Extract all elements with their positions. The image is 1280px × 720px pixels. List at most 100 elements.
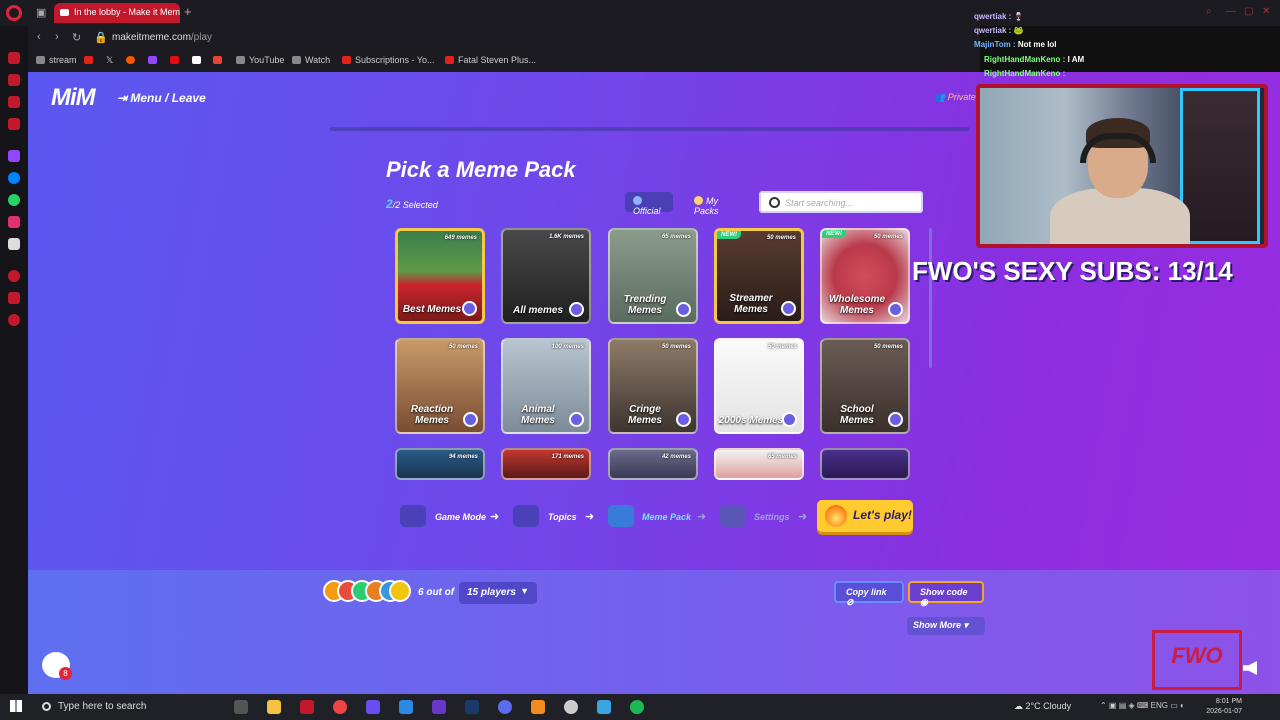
obs-icon[interactable]	[564, 700, 578, 714]
meme-pack-card[interactable]: 65 memes	[714, 448, 804, 480]
forward-icon[interactable]: ›	[55, 31, 59, 43]
tab-official[interactable]: Official	[625, 192, 673, 216]
gmail-favicon-icon[interactable]	[213, 55, 226, 65]
pack-meme-count: 171 memes	[551, 454, 584, 460]
bookmark-youtube[interactable]: YouTube	[236, 55, 284, 65]
meme-pack-card[interactable]: NEW! 50 memes Wholesome Memes	[820, 228, 910, 324]
sidebar-twitch-icon[interactable]	[8, 150, 20, 162]
sidebar-player-icon[interactable]	[8, 118, 20, 130]
sidebar-downloads-icon[interactable]	[8, 292, 20, 304]
youtube-favicon-icon[interactable]	[84, 55, 97, 65]
tab-menu-icon[interactable]: ▣	[36, 6, 46, 19]
sidebar-aria-icon[interactable]	[8, 52, 20, 64]
sidebar-x-icon[interactable]	[8, 238, 20, 250]
netflix-favicon-icon[interactable]	[170, 55, 183, 65]
sidebar-whatsapp-icon[interactable]	[8, 194, 20, 206]
game-mode-icon[interactable]	[400, 505, 426, 527]
folder-icon	[36, 56, 45, 64]
tab-official-label: Official	[633, 206, 661, 216]
max-players-dropdown[interactable]: 15 players ▼	[459, 582, 537, 604]
chrome-icon[interactable]	[333, 700, 347, 714]
step-topics[interactable]: Topics	[548, 512, 577, 536]
packs-scrollbar[interactable]	[929, 228, 932, 368]
search-icon	[42, 702, 51, 711]
heart-icon	[694, 196, 703, 205]
file-explorer-icon[interactable]	[267, 700, 281, 714]
lets-play-button[interactable]: Let's play!	[817, 500, 913, 532]
meme-pack-card[interactable]: 50 memes School Memes	[820, 338, 910, 434]
meme-pack-card[interactable]: 100 memes Animal Memes	[501, 338, 591, 434]
twitch-favicon-icon[interactable]	[148, 55, 161, 65]
meme-pack-card[interactable]: 50 memes Cringe Memes	[608, 338, 698, 434]
step-game-mode[interactable]: Game Mode	[435, 512, 486, 536]
bookmark-label: stream	[49, 55, 77, 65]
meme-pack-card[interactable]: 42 memes	[608, 448, 698, 480]
windows-start-icon[interactable]	[10, 700, 22, 712]
steam-icon[interactable]	[465, 700, 479, 714]
tab-my-packs[interactable]: My Packs	[686, 192, 746, 216]
clock-time: 8:01 PM	[1215, 698, 1242, 705]
task-view-icon[interactable]	[234, 700, 248, 714]
taskbar-search[interactable]: Type here to search	[36, 696, 230, 718]
bookmark-fatal-steven[interactable]: Fatal Steven Plus...	[445, 55, 536, 65]
x-favicon-icon[interactable]: 𝕏	[106, 55, 113, 66]
weather-widget[interactable]: ☁ 2°C Cloudy	[1014, 701, 1071, 712]
sidebar-music-icon[interactable]	[8, 96, 20, 108]
meme-pack-card[interactable]: 649 memes Best Memes	[395, 228, 485, 324]
topics-icon[interactable]	[513, 505, 539, 527]
sidebar-instagram-icon[interactable]	[8, 216, 20, 228]
opera-taskbar-icon[interactable]	[300, 700, 314, 714]
browser-tab-active[interactable]: In the lobby - Make it Mem	[54, 3, 180, 23]
streamerbot-icon[interactable]	[597, 700, 611, 714]
step-settings[interactable]: Settings	[754, 512, 790, 536]
bookmark-stream[interactable]: stream	[36, 55, 77, 65]
bookmark-watch[interactable]: Watch	[292, 55, 330, 65]
meme-pack-icon[interactable]	[608, 505, 634, 527]
meme-pack-card[interactable]: NEW! 50 memes Streamer Memes	[714, 228, 804, 324]
url-path: /play	[190, 32, 213, 43]
player-avatar[interactable]	[389, 580, 411, 602]
show-code-button[interactable]: Show code ◉	[908, 581, 984, 607]
sidebar-messenger-icon[interactable]	[8, 172, 20, 184]
meme-pack-card[interactable]: 94 memes	[395, 448, 485, 480]
premiere-icon[interactable]	[432, 700, 446, 714]
webcam-overlay	[976, 84, 1268, 248]
amazon-favicon-icon[interactable]	[192, 55, 205, 65]
search-input[interactable]	[785, 195, 915, 211]
meme-pack-card[interactable]: 65 memes Trending Memes	[608, 228, 698, 324]
verified-icon	[888, 302, 903, 317]
bookmark-subscriptions[interactable]: Subscriptions - Yo...	[342, 55, 435, 65]
meme-pack-card[interactable]: 50 memes 2000s Memes	[714, 338, 804, 434]
discord-icon[interactable]	[498, 700, 512, 714]
new-tab-icon[interactable]: +	[184, 4, 192, 19]
spotify-icon[interactable]	[630, 700, 644, 714]
meme-pack-card[interactable]: 171 memes	[501, 448, 591, 480]
selected-total: /2 Selected	[392, 200, 438, 210]
reddit-favicon-icon[interactable]	[126, 55, 139, 65]
chat-user: MajinTom :	[974, 40, 1016, 49]
show-more-button[interactable]: Show More ▾	[907, 617, 985, 635]
meme-pack-card[interactable]: 1.6K memes All memes	[501, 228, 591, 324]
mim-logo[interactable]: MiM	[51, 84, 96, 112]
menu-leave-button[interactable]: ⇥ Menu / Leave	[117, 91, 206, 105]
meme-pack-card[interactable]	[820, 448, 910, 480]
sidebar-history-icon[interactable]	[8, 270, 20, 282]
chat-button[interactable]: 8	[42, 652, 72, 680]
settings-gear-icon[interactable]	[720, 505, 746, 527]
url-field[interactable]: makeitmeme.com/play	[112, 32, 212, 43]
language-indicator: ENG	[1150, 701, 1168, 710]
taskbar-clock[interactable]: 8:01 PM 2026-01-07	[1202, 697, 1242, 717]
system-tray[interactable]: ⌃ ▣ ▤ ◈ ⌨ ENG ▭ ◐	[1100, 701, 1185, 710]
step-meme-pack[interactable]: Meme Pack	[642, 512, 691, 536]
back-icon[interactable]: ‹	[37, 31, 41, 43]
sidebar-bag-icon[interactable]	[8, 74, 20, 86]
search-app-icon[interactable]	[531, 700, 545, 714]
meme-pack-card[interactable]: 50 memes Reaction Memes	[395, 338, 485, 434]
photoshop-icon[interactable]	[399, 700, 413, 714]
opera-logo-icon[interactable]	[6, 5, 22, 21]
reload-icon[interactable]: ↻	[72, 31, 81, 44]
screen: ▣ In the lobby - Make it Mem + ⌕ — ▢ ✕ ‹…	[0, 0, 1280, 720]
media-encoder-icon[interactable]	[366, 700, 380, 714]
copy-link-button[interactable]: Copy link ⊘	[834, 581, 904, 607]
sidebar-settings-icon[interactable]	[8, 314, 20, 326]
